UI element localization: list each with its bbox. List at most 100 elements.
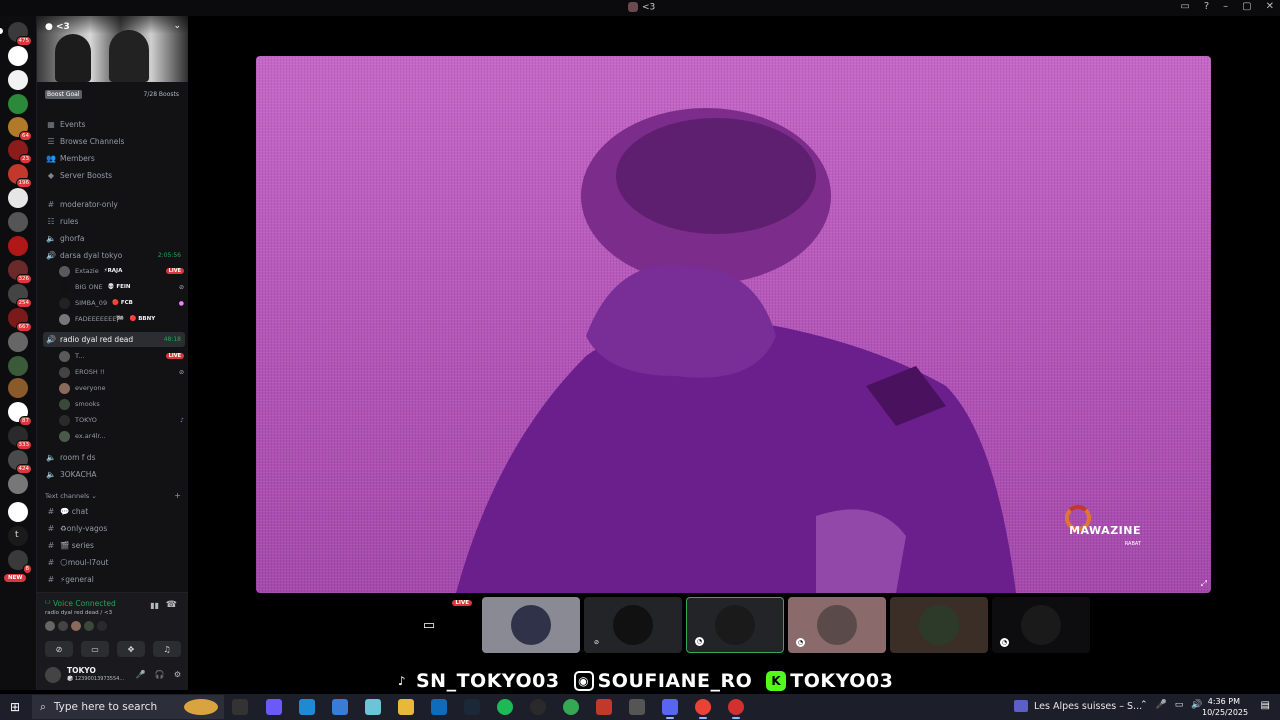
server-icon[interactable]: 333 bbox=[8, 426, 32, 450]
avatar[interactable] bbox=[45, 667, 61, 683]
mail-icon[interactable] bbox=[431, 699, 447, 715]
maximize-button[interactable]: ▢ bbox=[1242, 1, 1251, 12]
nav-server-boosts[interactable]: ◆ Server Boosts bbox=[43, 168, 185, 183]
channel-ghorfa[interactable]: 🔈 ghorfa bbox=[43, 231, 185, 246]
taskbar-clock[interactable]: 4:36 PM 10/25/2025 bbox=[1202, 696, 1248, 718]
participant-tile[interactable]: ◔ bbox=[686, 597, 784, 653]
channel-general[interactable]: # ⚡general bbox=[43, 572, 185, 587]
add-channel-icon[interactable]: + bbox=[174, 491, 181, 500]
boost-goal-bar[interactable]: Boost Goal 7/28 Boosts bbox=[37, 88, 189, 102]
avatar[interactable] bbox=[58, 621, 68, 631]
nav-browse-channels[interactable]: ☰ Browse Channels bbox=[43, 134, 185, 149]
channel-rules[interactable]: ☷ rules bbox=[43, 214, 185, 229]
voice-user[interactable]: BIG ONE 💀 FEIN ⊘ bbox=[59, 280, 187, 294]
participant-tile[interactable]: ◔ bbox=[992, 597, 1090, 653]
windows-start-icon[interactable]: ⊞ bbox=[10, 700, 20, 714]
app-icon[interactable] bbox=[728, 699, 744, 719]
app-icon[interactable] bbox=[530, 699, 546, 715]
server-icon[interactable]: 475 bbox=[8, 22, 32, 46]
notification-icon[interactable]: ▤ bbox=[1261, 700, 1270, 711]
participant-tile[interactable]: ⊘ bbox=[584, 597, 682, 653]
close-button[interactable]: ✕ bbox=[1266, 1, 1274, 12]
spotify-icon[interactable] bbox=[497, 699, 513, 715]
camera-off-button[interactable]: ⊘ bbox=[45, 641, 73, 657]
server-icon[interactable] bbox=[8, 502, 28, 522]
server-icon[interactable] bbox=[8, 356, 28, 376]
media-widget[interactable]: Les Alpes suisses – S... bbox=[1014, 700, 1142, 712]
user-name[interactable]: TOKYO bbox=[67, 666, 96, 675]
voice-user[interactable]: Extazie ⚡RAJA LIVE bbox=[59, 264, 187, 278]
channel-moul-l7out[interactable]: # 🌕moul-l7out bbox=[43, 555, 185, 570]
edge-icon[interactable] bbox=[299, 699, 315, 715]
server-icon[interactable]: 667 bbox=[8, 308, 32, 332]
file-explorer-icon[interactable] bbox=[398, 699, 414, 715]
store-icon[interactable] bbox=[332, 699, 348, 715]
calculator-icon[interactable] bbox=[629, 699, 645, 715]
server-icon[interactable]: 196 bbox=[8, 164, 32, 188]
taskbar-search[interactable]: ⌕ Type here to search bbox=[32, 695, 224, 719]
nav-events[interactable]: ▦ Events bbox=[43, 117, 185, 132]
server-icon[interactable] bbox=[8, 212, 28, 232]
server-icon-t[interactable]: t bbox=[15, 530, 19, 540]
chrome-icon[interactable] bbox=[695, 699, 711, 719]
server-icon[interactable]: 64 bbox=[8, 117, 32, 141]
server-icon[interactable] bbox=[8, 94, 28, 114]
minimize-button[interactable]: – bbox=[1223, 1, 1228, 12]
network-icon[interactable]: ▭ bbox=[1175, 700, 1184, 710]
gear-icon[interactable]: ⚙ bbox=[174, 670, 181, 679]
server-icon[interactable]: 87 bbox=[8, 402, 32, 426]
server-icon[interactable] bbox=[8, 474, 28, 494]
server-banner[interactable]: ● <3 ⌄ bbox=[37, 16, 189, 82]
avatar[interactable] bbox=[71, 621, 81, 631]
participant-tile[interactable] bbox=[890, 597, 988, 653]
task-view-icon[interactable] bbox=[232, 699, 248, 715]
category-text-channels[interactable]: Text channels ⌄ + bbox=[45, 491, 185, 500]
chrome-icon[interactable] bbox=[563, 699, 579, 715]
headphones-icon[interactable]: 🎧 bbox=[155, 670, 165, 679]
voice-user[interactable]: everyone bbox=[59, 381, 187, 395]
server-icon[interactable]: 424 bbox=[8, 450, 32, 474]
nav-members[interactable]: 👥 Members bbox=[43, 151, 185, 166]
screen-share-button[interactable]: ▭ bbox=[81, 641, 109, 657]
server-icon[interactable] bbox=[8, 332, 28, 352]
voice-user[interactable]: EROSH !! ⊘ bbox=[59, 365, 187, 379]
voice-channel-path[interactable]: radio dyal red dead / <3 bbox=[45, 610, 112, 616]
signal-icon[interactable]: ▮▮ bbox=[150, 601, 159, 610]
participant-tile[interactable] bbox=[482, 597, 580, 653]
voice-channel-darsa[interactable]: 🔊 darsa dyal tokyo 2:05:56 bbox=[43, 248, 185, 263]
voice-user[interactable]: SIMBA_09 🔴 FCB ● bbox=[59, 296, 187, 310]
chevron-down-icon[interactable]: ⌄ bbox=[173, 21, 181, 31]
voice-channel-radio[interactable]: 🔊 radio dyal red dead 48:18 bbox=[43, 332, 185, 347]
voice-user[interactable]: TOKYO ♪ bbox=[59, 413, 187, 427]
volume-icon[interactable]: 🔊 bbox=[1191, 700, 1202, 710]
microphone-icon[interactable]: 🎤 bbox=[1156, 700, 1167, 710]
channel-chat[interactable]: # 💬 chat bbox=[43, 504, 185, 519]
server-icon[interactable] bbox=[8, 378, 28, 398]
microphone-icon[interactable]: 🎤 bbox=[136, 670, 146, 679]
soundboard-button[interactable]: ♫ bbox=[153, 641, 181, 657]
channel-only-vagos[interactable]: # ♻only-vagos bbox=[43, 521, 185, 536]
stream-video[interactable]: MAWAZINE RABAT ⤢ bbox=[256, 56, 1211, 593]
server-icon[interactable] bbox=[8, 236, 28, 256]
discord-icon[interactable] bbox=[662, 699, 678, 719]
voice-channel-3okacha[interactable]: 🔈 3OKACHA bbox=[43, 467, 185, 482]
voice-channel-room[interactable]: 🔈 room f ds bbox=[43, 450, 185, 465]
channel-series[interactable]: # 🎬 series bbox=[43, 538, 185, 553]
avatar[interactable] bbox=[45, 621, 55, 631]
voice-user[interactable]: FADEEEEEEE🏁 🔴 BBNY bbox=[59, 312, 187, 326]
avatar[interactable] bbox=[84, 621, 94, 631]
voice-user[interactable]: ex.ar4lr... bbox=[59, 429, 187, 443]
help-icon[interactable]: ? bbox=[1204, 1, 1209, 12]
fullscreen-icon[interactable]: ⤢ bbox=[1201, 579, 1207, 589]
voice-user[interactable]: T... LIVE bbox=[59, 349, 187, 363]
activities-button[interactable]: ✥ bbox=[117, 641, 145, 657]
server-icon[interactable] bbox=[8, 70, 28, 90]
participant-tile[interactable]: ◔ bbox=[788, 597, 886, 653]
server-icon[interactable]: 8 bbox=[8, 550, 32, 574]
stream-tile[interactable]: ▭ LIVE bbox=[380, 597, 478, 653]
server-icon[interactable]: 254 bbox=[8, 284, 32, 308]
server-icon[interactable]: 23 bbox=[8, 140, 32, 164]
steam-icon[interactable] bbox=[464, 699, 480, 715]
app-icon[interactable] bbox=[365, 699, 381, 715]
inbox-icon[interactable]: ▭ bbox=[1180, 1, 1189, 12]
